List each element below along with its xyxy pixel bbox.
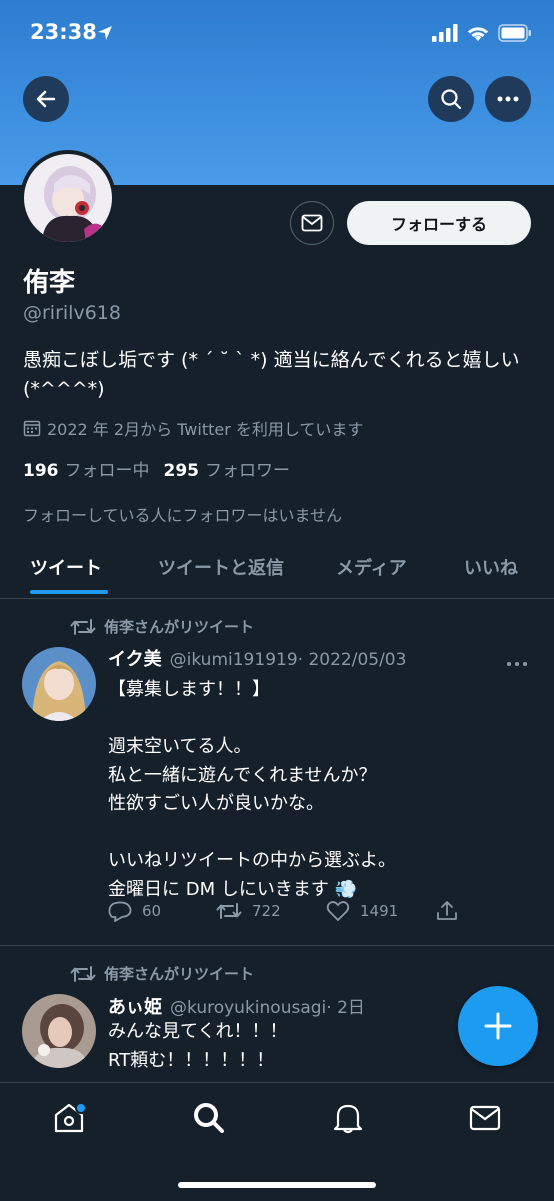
active-tab-indicator	[30, 590, 108, 594]
battery-icon	[498, 24, 531, 42]
tweet-author-name[interactable]: イク美	[108, 645, 162, 671]
follow-stats: 196 フォロー中 295 フォロワー	[23, 456, 290, 481]
joined-text: 2022 年 2月から Twitter を利用しています	[47, 420, 364, 439]
retweet-label: 侑李さんがリツイート	[104, 965, 255, 983]
tweet-date: · 2022/05/03	[297, 650, 407, 670]
search-icon	[441, 89, 462, 110]
profile-avatar[interactable]	[20, 150, 116, 246]
nav-home[interactable]	[52, 1101, 87, 1139]
tab-tweets[interactable]: ツイート	[30, 554, 102, 580]
back-arrow-icon	[36, 90, 56, 108]
tab-media[interactable]: メディア	[336, 554, 407, 580]
tab-tweets-replies[interactable]: ツイートと返信	[158, 554, 284, 580]
like-icon	[326, 901, 350, 921]
tweet-author-avatar[interactable]	[22, 994, 96, 1068]
mail-icon	[469, 1105, 501, 1131]
retweet-count: 722	[252, 902, 281, 920]
signal-icon	[432, 24, 458, 42]
tweet-author-handle[interactable]: @ikumi191919	[170, 650, 298, 670]
tweet-date: · 2日	[326, 998, 365, 1018]
tweet-header: あぃ姫 @kuroyukinousagi · 2日	[108, 993, 365, 1019]
wifi-icon	[467, 27, 489, 41]
tweet-more-button[interactable]	[506, 652, 528, 671]
nav-notifications[interactable]	[331, 1101, 365, 1139]
tweet-author-name[interactable]: あぃ姫	[108, 993, 162, 1019]
followers-link[interactable]: 295 フォロワー	[164, 456, 291, 481]
like-count: 1491	[360, 902, 399, 920]
share-button[interactable]	[436, 900, 458, 922]
retweet-context: 侑李さんがリツイート	[70, 963, 254, 984]
profile-handle: @ririlv618	[23, 302, 121, 324]
like-button[interactable]: 1491	[326, 900, 436, 922]
back-button[interactable]	[23, 76, 69, 122]
home-indicator	[178, 1182, 376, 1188]
retweet-label: 侑李さんがリツイート	[104, 618, 255, 636]
retweet-icon	[70, 618, 96, 635]
search-button[interactable]	[428, 76, 474, 122]
calendar-icon	[23, 420, 41, 437]
status-time: 23:38	[30, 20, 97, 44]
mail-icon	[301, 214, 323, 232]
profile-bio: 愚痴こぼし垢です (* ´ ˘ ` *) 適当に絡んでくれると嬉しい (*^^^…	[23, 349, 520, 400]
retweet-icon	[70, 965, 96, 982]
nav-search[interactable]	[192, 1101, 226, 1139]
retweet-context: 侑李さんがリツイート	[70, 616, 254, 637]
following-label: フォロー中	[64, 461, 150, 481]
bell-icon	[333, 1104, 363, 1134]
search-icon	[194, 1103, 224, 1133]
status-indicators	[432, 24, 532, 42]
reply-button[interactable]: 60	[108, 900, 216, 922]
nav-messages[interactable]	[468, 1101, 502, 1139]
retweet-button[interactable]: 722	[216, 900, 326, 922]
tweet-header: イク美 @ikumi191919 · 2022/05/03	[108, 645, 406, 671]
mutual-followers-note: フォローしている人にフォロワーはいません	[23, 506, 343, 525]
tweet-author-handle[interactable]: @kuroyukinousagi	[170, 998, 326, 1018]
location-icon	[97, 25, 113, 45]
tweet-text: 【募集します！！】 週末空いてる人。 私と一緒に遊んでくれませんか？ 性欲すごい…	[108, 679, 396, 900]
home-icon	[54, 1102, 87, 1133]
tweet-divider	[0, 945, 554, 946]
following-count: 196	[23, 461, 59, 481]
profile-name: 侑李	[23, 268, 76, 298]
message-button[interactable]	[290, 201, 334, 245]
followers-label: フォロワー	[205, 461, 290, 481]
reply-count: 60	[142, 902, 162, 920]
following-link[interactable]: 196 フォロー中	[23, 456, 150, 481]
more-button[interactable]	[485, 76, 531, 122]
reply-icon	[108, 901, 132, 922]
tweet-actions: 60 722 1491	[108, 900, 528, 922]
more-icon	[497, 96, 519, 102]
compose-tweet-button[interactable]	[458, 986, 538, 1066]
more-icon	[507, 662, 527, 666]
share-icon	[437, 901, 457, 920]
tweet-author-avatar[interactable]	[22, 647, 96, 721]
followers-count: 295	[163, 461, 200, 481]
compose-icon	[484, 1012, 512, 1040]
tweet-text: みんな見てくれ！！！ RT頼む！！！！！！	[108, 1021, 288, 1071]
joined-date: 2022 年 2月から Twitter を利用しています	[23, 416, 363, 440]
retweet-icon	[216, 903, 242, 919]
tab-likes[interactable]: いいね	[464, 554, 518, 580]
follow-button[interactable]: フォローする	[347, 201, 531, 245]
